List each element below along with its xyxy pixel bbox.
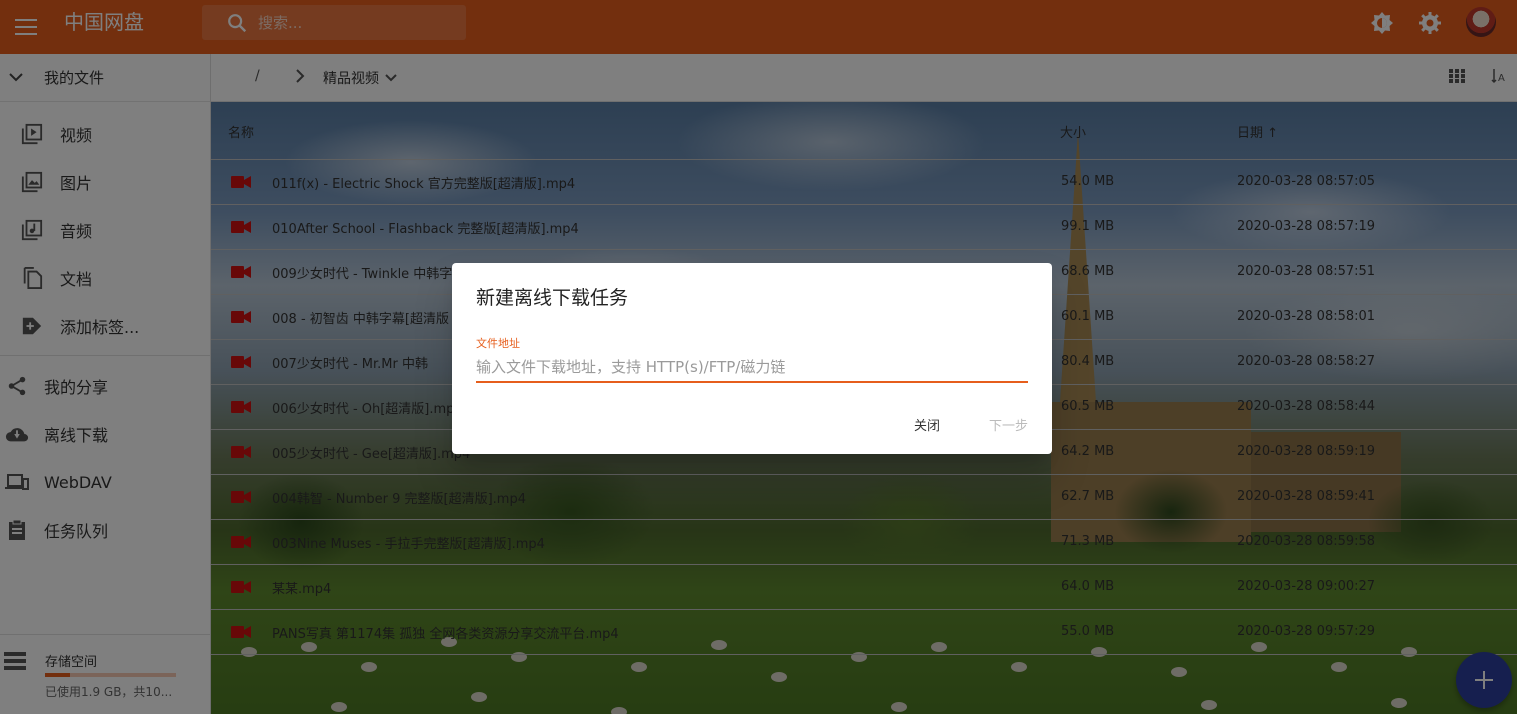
close-button[interactable]: 关闭 bbox=[914, 415, 940, 434]
dialog-title: 新建离线下载任务 bbox=[476, 287, 629, 309]
file-url-label: 文件地址 bbox=[476, 337, 520, 350]
next-button[interactable]: 下一步 bbox=[989, 415, 1028, 434]
new-offline-download-dialog: 新建离线下载任务 文件地址 关闭 下一步 bbox=[452, 263, 1052, 454]
file-url-input[interactable] bbox=[476, 353, 1028, 383]
